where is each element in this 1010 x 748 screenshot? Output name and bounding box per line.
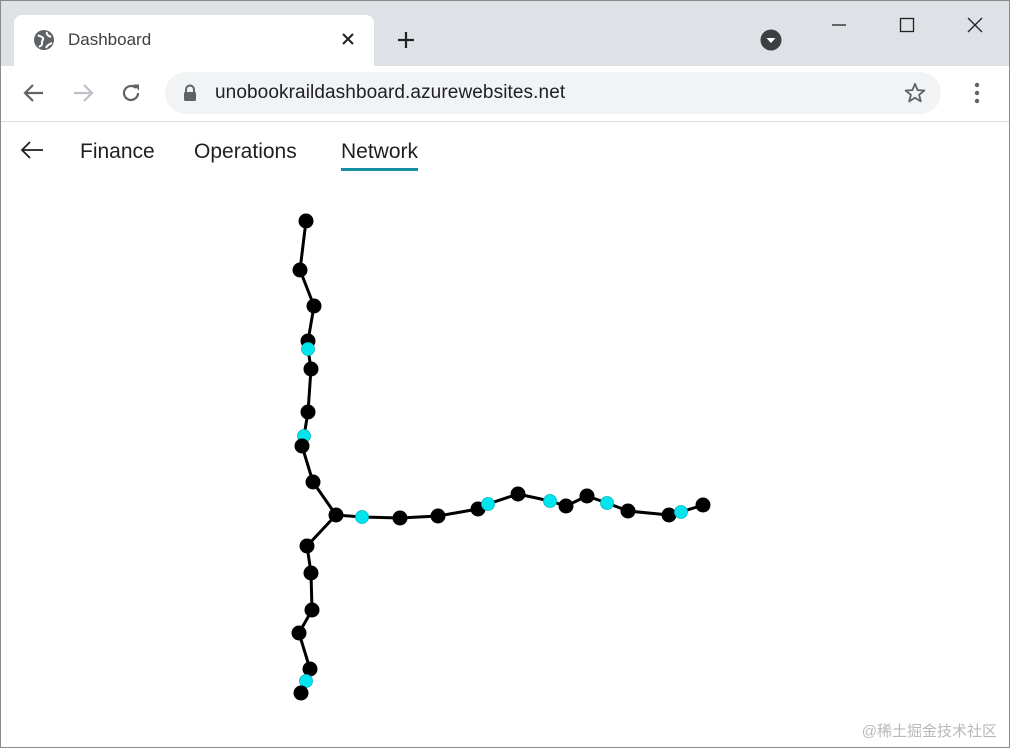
reload-icon[interactable] — [117, 79, 145, 107]
globe-icon — [34, 30, 54, 50]
url-text[interactable]: unobookraildashboard.azurewebsites.net — [215, 82, 565, 104]
station-marker[interactable] — [510, 486, 526, 502]
station-marker[interactable] — [392, 510, 408, 526]
browser-tab[interactable]: Dashboard — [14, 15, 374, 66]
arrow-right-icon[interactable] — [69, 79, 97, 107]
station-marker[interactable] — [674, 505, 688, 519]
station-marker[interactable] — [579, 488, 595, 504]
maximize-icon[interactable] — [894, 13, 920, 37]
junction-station-marker[interactable] — [328, 507, 344, 523]
station-marker[interactable] — [355, 510, 369, 524]
station-marker[interactable] — [481, 497, 495, 511]
station-marker[interactable] — [301, 342, 315, 356]
station-marker[interactable] — [298, 213, 314, 229]
tab-operations[interactable]: Operations — [194, 140, 297, 164]
app-nav: Finance Operations Network — [1, 122, 1009, 182]
browser-toolbar: unobookraildashboard.azurewebsites.net — [1, 66, 1009, 122]
station-marker[interactable] — [620, 503, 636, 519]
station-marker[interactable] — [291, 625, 307, 641]
tab-finance[interactable]: Finance — [80, 140, 155, 164]
station-marker[interactable] — [300, 404, 316, 420]
station-marker[interactable] — [306, 298, 322, 314]
star-icon[interactable] — [903, 81, 927, 105]
station-marker[interactable] — [558, 498, 574, 514]
station-marker[interactable] — [299, 538, 315, 554]
station-marker[interactable] — [303, 565, 319, 581]
close-icon[interactable] — [336, 27, 360, 51]
station-marker[interactable] — [304, 602, 320, 618]
arrow-left-icon[interactable] — [20, 79, 48, 107]
station-marker[interactable] — [294, 438, 310, 454]
station-marker[interactable] — [305, 474, 321, 490]
watermark: @稀土掘金技术社区 — [861, 723, 997, 740]
tab-title: Dashboard — [68, 30, 152, 49]
browser-window: Dashboard unobookraildashboard.azurewebs… — [0, 0, 1010, 748]
station-marker[interactable] — [543, 494, 557, 508]
station-marker[interactable] — [430, 508, 446, 524]
close-window-icon[interactable] — [962, 13, 988, 37]
station-marker[interactable] — [293, 685, 309, 701]
kebab-menu-icon[interactable] — [963, 79, 991, 107]
minimize-icon[interactable] — [826, 13, 852, 37]
lock-icon[interactable] — [181, 84, 199, 102]
station-marker[interactable] — [661, 507, 677, 523]
station-marker[interactable] — [695, 497, 711, 513]
address-bar[interactable]: unobookraildashboard.azurewebsites.net — [165, 72, 941, 114]
plus-icon[interactable] — [393, 27, 419, 53]
tab-network[interactable]: Network — [341, 140, 419, 171]
tab-strip: Dashboard — [1, 1, 1009, 66]
chevron-down-circle-icon[interactable] — [760, 29, 782, 51]
station-marker[interactable] — [303, 361, 319, 377]
station-marker[interactable] — [292, 262, 308, 278]
station-marker[interactable] — [600, 496, 614, 510]
arrow-left-icon[interactable] — [19, 138, 45, 162]
